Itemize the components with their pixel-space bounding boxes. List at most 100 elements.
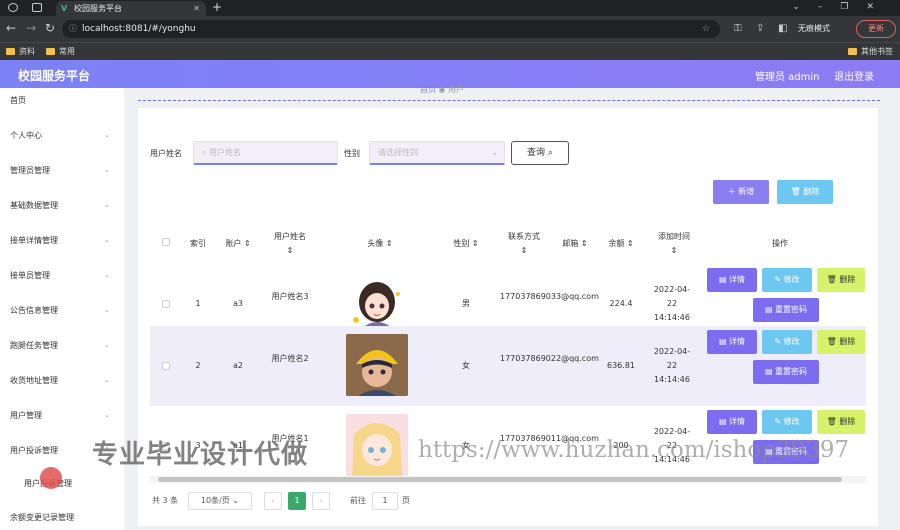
window-controls[interactable]: ⌄–❐✕ (792, 0, 892, 15)
url-text: localhost:8081/#/yonghu (82, 24, 196, 34)
share-icon[interactable]: ⇪ (756, 23, 764, 34)
watermark-url: https://www.huzhan.com/ishop39397 (418, 437, 850, 463)
search-icon: ⌕ (547, 148, 553, 158)
cell-gender: 女 (462, 361, 470, 370)
cell-account: a3 (233, 299, 243, 308)
bookmark-folder-1[interactable]: 资料 (6, 46, 35, 58)
breadcrumb-home[interactable]: 首页 (420, 85, 436, 94)
sidebar-item-courier[interactable]: 接单员管理 (10, 270, 50, 281)
scrollbar-thumb[interactable] (158, 477, 842, 482)
prev-page-button[interactable]: ‹ (264, 492, 282, 510)
sidebar-item-base-data[interactable]: 基础数据管理 (10, 200, 58, 211)
delete-button[interactable]: 🗑 删除 (817, 330, 865, 354)
other-bookmarks[interactable]: 其他书签 (848, 46, 893, 58)
sidebar-item-complaints[interactable]: 用户投诉管理 (10, 445, 58, 456)
horizontal-scrollbar[interactable] (150, 476, 866, 483)
avatar (346, 334, 408, 396)
total-count: 共 3 条 (152, 496, 179, 505)
goto-label: 前往 (350, 496, 366, 505)
cell-name: 用户姓名3 (271, 292, 309, 301)
goto-page-input[interactable]: 1 (372, 492, 398, 510)
folder-icon (848, 48, 857, 55)
browser-icon[interactable] (8, 3, 18, 12)
delete-button[interactable]: 🗑 删除 (817, 268, 865, 292)
gender-select[interactable]: 请选择性别 ⌄ (369, 141, 505, 165)
avatar (346, 272, 408, 334)
cursor-click-indicator (40, 467, 62, 489)
next-page-button[interactable]: › (312, 492, 330, 510)
key-icon[interactable]: ⚿ (734, 23, 742, 34)
chevron-down-icon: ⌄ (104, 201, 110, 209)
detail-button[interactable]: ▤ 详情 (707, 410, 757, 434)
select-all-checkbox[interactable] (162, 238, 170, 246)
cell-name: 用户姓名2 (271, 354, 309, 363)
back-icon[interactable]: ← (6, 21, 16, 35)
delete-button[interactable]: 🗑 删除 (817, 410, 865, 434)
sidebar-item-order-detail[interactable]: 接单详情管理 (10, 235, 58, 246)
tab-list-icon[interactable] (32, 3, 42, 12)
breadcrumb: 首页 ◉ 用户 (420, 84, 464, 95)
page-size-select[interactable]: 10条/页 ⌄ (188, 492, 252, 510)
col-account[interactable]: 账户 ⇕ (218, 238, 258, 249)
browser-tab[interactable]: V 校园服务平台 ✕ (56, 1, 206, 16)
logout-link[interactable]: 退出登录 (834, 68, 874, 83)
forward-icon[interactable]: → (26, 21, 36, 35)
table-header: 索引 账户 ⇕ 用户姓名 ⇕ 头像 ⇕ 性别 ⇕ 联系方式 ⇕ 邮箱 ⇕ 余额 ⇕ … (150, 212, 866, 272)
tab-title: 校园服务平台 (74, 4, 122, 13)
col-email[interactable]: 邮箱 ⇕ (552, 238, 598, 249)
page-suffix: 页 (402, 496, 410, 505)
sidebar-item-errand[interactable]: 跑腿任务管理 (10, 340, 58, 351)
trash-icon: 🗑 (790, 187, 804, 196)
folder-icon (6, 48, 15, 55)
bookmark-folder-2[interactable]: 常用 (46, 46, 75, 58)
address-bar[interactable]: ⓘ localhost:8081/#/yonghu ☆ (62, 20, 720, 38)
brand-title: 校园服务平台 (18, 69, 91, 83)
detail-button[interactable]: ▤ 详情 (707, 330, 757, 354)
sidebar-item-home[interactable]: 首页 (10, 95, 26, 106)
table-row: 2 a2 用户姓名2 女 17703786902 2@qq.com 636.81… (150, 326, 866, 406)
row-checkbox[interactable] (162, 300, 170, 308)
col-gender[interactable]: 性别 ⇕ (446, 238, 486, 249)
reload-icon[interactable]: ↻ (45, 21, 55, 35)
sidebar-item-address[interactable]: 收货地址管理 (10, 375, 58, 386)
page-number-current[interactable]: 1 (288, 492, 306, 510)
edit-button[interactable]: ✎ 修改 (762, 410, 812, 434)
batch-delete-button[interactable]: 🗑 删除 (777, 180, 833, 204)
edit-button[interactable]: ✎ 修改 (762, 268, 812, 292)
new-tab-icon[interactable]: + (212, 0, 222, 15)
sidebar-item-notice[interactable]: 公告信息管理 (10, 305, 58, 316)
name-filter-label: 用户姓名 (150, 149, 182, 158)
reset-password-button[interactable]: ▤ 重置密码 (753, 298, 819, 322)
sidebar-toggle-icon[interactable]: ◧ (778, 23, 787, 34)
bookmark-star-icon[interactable]: ☆ (702, 20, 710, 38)
detail-button[interactable]: ▤ 详情 (707, 268, 757, 292)
cell-index: 1 (195, 299, 201, 308)
close-tab-icon[interactable]: ✕ (193, 1, 200, 16)
edit-button[interactable]: ✎ 修改 (762, 330, 812, 354)
col-balance[interactable]: 余额 ⇕ (598, 238, 644, 249)
col-avatar[interactable]: 头像 ⇕ (350, 238, 410, 249)
cell-account: a2 (233, 361, 243, 370)
chevron-down-icon: ⌄ (104, 306, 110, 314)
chevron-down-icon: ⌄ (104, 131, 110, 139)
col-index: 索引 (190, 239, 206, 248)
cell-gender: 男 (462, 299, 470, 308)
name-search-input[interactable]: ⌕ 用户姓名 (193, 141, 338, 165)
bookmarks-bar: 资料 常用 其他书签 (0, 42, 900, 60)
sidebar-item-profile[interactable]: 个人中心 (10, 130, 42, 141)
col-phone[interactable]: 联系方式 ⇕ (496, 230, 552, 258)
col-time[interactable]: 添加时间 ⇕ (648, 230, 700, 258)
incognito-label[interactable]: 无痕模式 (798, 23, 830, 34)
add-button[interactable]: ＋ 新增 (713, 180, 769, 204)
sidebar-item-admin[interactable]: 管理员管理 (10, 165, 50, 176)
sidebar-item-users[interactable]: 用户管理 (10, 410, 42, 421)
reset-password-button[interactable]: ▤ 重置密码 (753, 360, 819, 384)
site-info-icon[interactable]: ⓘ (69, 20, 77, 38)
col-name[interactable]: 用户姓名 ⇕ (268, 230, 312, 258)
sidebar-item-balance-log[interactable]: 余额变更记录管理 (10, 512, 74, 523)
query-button[interactable]: 查询 ⌕ (511, 141, 569, 165)
cell-time: 2022-04-22 14:14:46 (653, 285, 691, 322)
chevron-down-icon: ⌄ (491, 148, 498, 157)
row-checkbox[interactable] (162, 362, 170, 370)
update-button[interactable]: 更新 (856, 20, 896, 38)
